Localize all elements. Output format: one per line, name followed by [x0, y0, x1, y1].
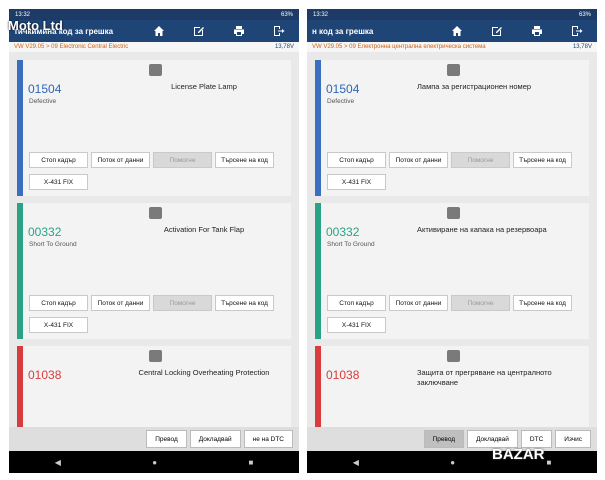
dtc-code: 00332 — [326, 225, 360, 239]
status-battery: 63% — [578, 11, 591, 18]
dtc-code: 01504 — [28, 82, 62, 96]
code-search-button[interactable]: Търсене на код — [513, 152, 572, 168]
dtc-list: 01504 Defective License Plate Lamp Стоп … — [9, 57, 299, 427]
dtc-description: Activation For Tank Flap — [163, 225, 245, 234]
dtc-description: Активиране на капака на резервоара — [417, 225, 547, 234]
dtc-card: 01038 Защита от прегряване на централнот… — [315, 346, 589, 427]
dtc-card: 01504 Defective Лампа за регистрационен … — [315, 60, 589, 196]
dtc-description: License Plate Lamp — [171, 82, 237, 91]
select-checkbox[interactable] — [447, 350, 460, 362]
back-icon[interactable]: ◀ — [353, 458, 359, 467]
dtc-code: 01504 — [326, 82, 360, 96]
home-nav-icon[interactable]: ● — [152, 458, 157, 467]
edit-button[interactable] — [179, 20, 219, 42]
right-screen: 13:32 63% н код за грешка VW V29.05 > 09… — [307, 9, 597, 473]
exit-icon — [572, 26, 583, 36]
breadcrumb-path: VW V29.05 > 09 Electronic Central Electr… — [14, 44, 129, 50]
edit-icon — [492, 27, 502, 36]
data-stream-button[interactable]: Поток от данни — [389, 295, 448, 311]
freeze-frame-button[interactable]: Стоп кадър — [327, 295, 386, 311]
home-icon — [154, 26, 164, 36]
translate-button[interactable]: Превод — [423, 430, 465, 448]
home-button[interactable] — [437, 20, 477, 42]
battery-voltage: 13,78V — [572, 44, 592, 50]
data-stream-button[interactable]: Поток от данни — [91, 295, 150, 311]
dtc-card: 00332 Short To Ground Activation For Tan… — [17, 203, 291, 339]
watermark-bazar: BAZAR — [492, 446, 545, 463]
code-search-button[interactable]: Търсене на код — [215, 295, 274, 311]
edit-button[interactable] — [477, 20, 517, 42]
dtc-status: Short To Ground — [29, 241, 77, 248]
system-nav-bar: ◀ ● ■ — [307, 451, 597, 473]
print-button[interactable] — [219, 20, 259, 42]
translate-button[interactable]: Превод — [146, 430, 187, 448]
home-icon — [452, 26, 462, 36]
battery-voltage: 13,78V — [274, 44, 294, 50]
dtc-card: 01038 Central Locking Overheating Protec… — [17, 346, 291, 427]
freeze-frame-button[interactable]: Стоп кадър — [29, 295, 88, 311]
page-title: н код за грешка — [312, 26, 374, 36]
x431-fix-button[interactable]: X-431 FIX — [29, 317, 88, 333]
recents-icon[interactable]: ■ — [248, 458, 253, 467]
select-checkbox[interactable] — [149, 350, 162, 362]
help-button[interactable]: Помогне — [153, 152, 212, 168]
left-screen: 13:32 63% тичкимина код за грешка VW V29… — [9, 9, 299, 473]
clear-dtc-button[interactable]: не на DTC — [243, 430, 293, 448]
dtc-description: Лампа за регистрационен номер — [417, 82, 532, 91]
select-checkbox[interactable] — [447, 64, 460, 76]
dtc-status: Short To Ground — [327, 241, 375, 248]
dtc-description: Central Locking Overheating Protection — [138, 368, 270, 377]
recents-icon[interactable]: ■ — [546, 458, 551, 467]
help-button[interactable]: Помогне — [451, 295, 510, 311]
exit-button[interactable] — [557, 20, 597, 42]
select-checkbox[interactable] — [447, 207, 460, 219]
home-button[interactable] — [139, 20, 179, 42]
data-stream-button[interactable]: Поток от данни — [91, 152, 150, 168]
status-time: 13:32 — [15, 11, 31, 18]
dtc-list: 01504 Defective Лампа за регистрационен … — [307, 57, 597, 427]
dtc-card: 00332 Short To Ground Активиране на капа… — [315, 203, 589, 339]
status-time: 13:32 — [313, 11, 329, 18]
select-checkbox[interactable] — [149, 207, 162, 219]
print-button[interactable] — [517, 20, 557, 42]
exit-icon — [274, 26, 285, 36]
x431-fix-button[interactable]: X-431 FIX — [29, 174, 88, 190]
freeze-frame-button[interactable]: Стоп кадър — [327, 152, 386, 168]
app-bar: н код за грешка — [307, 20, 597, 42]
print-icon — [234, 26, 244, 36]
status-battery: 63% — [280, 11, 293, 18]
watermark-logo: Moto Ltd — [8, 18, 63, 33]
bottom-action-bar: Превод Докладвай не на DTC — [9, 427, 299, 451]
freeze-frame-button[interactable]: Стоп кадър — [29, 152, 88, 168]
x431-fix-button[interactable]: X-431 FIX — [327, 174, 386, 190]
breadcrumb: VW V29.05 > 09 Електронна централна елек… — [307, 42, 597, 52]
edit-icon — [194, 27, 204, 36]
system-nav-bar: ◀ ● ■ — [9, 451, 299, 473]
breadcrumb: VW V29.05 > 09 Electronic Central Electr… — [9, 42, 299, 52]
dtc-code: 01038 — [28, 368, 62, 382]
report-button[interactable]: Докладвай — [189, 430, 241, 448]
status-bar: 13:32 63% — [307, 9, 597, 20]
print-icon — [532, 26, 542, 36]
help-button[interactable]: Помогне — [451, 152, 510, 168]
bottom-action-bar: Превод Докладвай DTC Изчис — [307, 427, 597, 451]
dtc-card: 01504 Defective License Plate Lamp Стоп … — [17, 60, 291, 196]
dtc-status: Defective — [327, 98, 355, 105]
select-checkbox[interactable] — [149, 64, 162, 76]
back-icon[interactable]: ◀ — [55, 458, 61, 467]
code-search-button[interactable]: Търсене на код — [215, 152, 274, 168]
code-search-button[interactable]: Търсене на код — [513, 295, 572, 311]
exit-button[interactable] — [259, 20, 299, 42]
home-nav-icon[interactable]: ● — [450, 458, 455, 467]
data-stream-button[interactable]: Поток от данни — [389, 152, 448, 168]
x431-fix-button[interactable]: X-431 FIX — [327, 317, 386, 333]
dtc-status: Defective — [29, 98, 57, 105]
breadcrumb-path: VW V29.05 > 09 Електронна централна елек… — [312, 44, 486, 50]
exit-dtc-button[interactable]: Изчис — [555, 430, 591, 448]
dtc-code: 01038 — [326, 368, 360, 382]
dtc-description: Защита от прегряване на централното закл… — [417, 368, 552, 387]
dtc-code: 00332 — [28, 225, 62, 239]
help-button[interactable]: Помогне — [153, 295, 212, 311]
